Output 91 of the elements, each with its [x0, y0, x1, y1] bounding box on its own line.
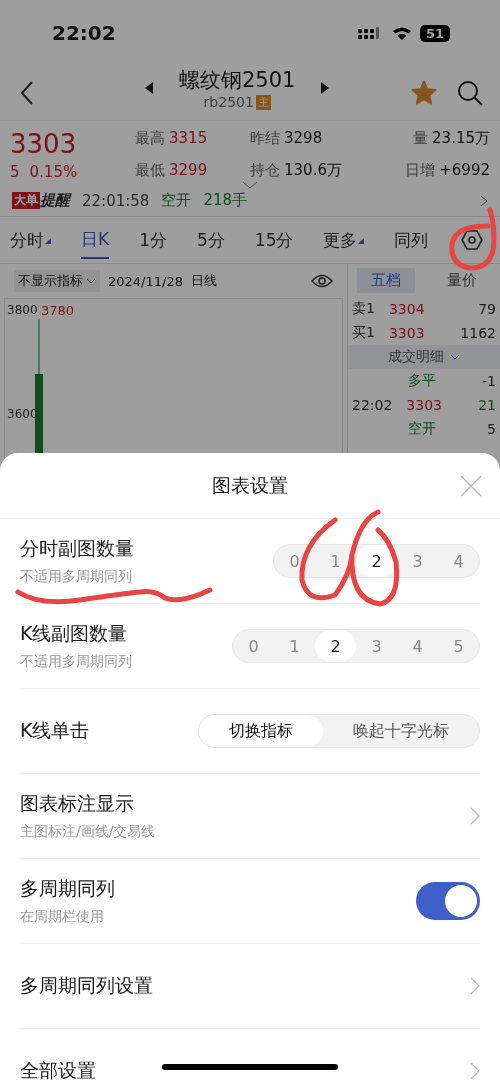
segment-option[interactable]: 3 — [397, 545, 438, 577]
trade-type: 多平 — [408, 372, 436, 390]
expand-caret-icon[interactable] — [242, 181, 258, 189]
alert-time: 22:01:58 — [82, 191, 150, 210]
stat-label: 最高 — [135, 129, 165, 149]
instrument-code: rb2501 — [203, 94, 254, 110]
high-price-label: 3780 — [41, 303, 75, 318]
dropdown-triangle-icon[interactable] — [45, 237, 51, 244]
segment-option[interactable]: 3 — [356, 630, 397, 662]
chart-period: 日线 — [190, 272, 217, 290]
trade-volume: 21 — [478, 397, 496, 413]
setting-label: 多周期同列 — [20, 876, 115, 901]
stat-value: 23.15万 — [432, 129, 490, 149]
book-volume: 1162 — [460, 325, 496, 341]
period-tab[interactable]: 15分 — [254, 222, 294, 258]
search-icon[interactable] — [456, 79, 484, 107]
stat-label: 量 — [413, 129, 429, 149]
trade-volume: -1 — [482, 373, 496, 389]
percent-change: 0.15% — [29, 163, 78, 181]
trade-type: 空开 — [408, 420, 436, 438]
stat-value: +6992 — [439, 161, 490, 181]
alert-action: 空开 — [161, 191, 192, 210]
book-price: 3304 — [388, 301, 425, 317]
book-tab[interactable]: 五档 — [357, 268, 415, 293]
period-tab[interactable]: 同列 — [394, 222, 429, 258]
back-icon[interactable] — [20, 80, 34, 106]
book-level: 卖1 — [352, 300, 375, 318]
period-tab[interactable]: 更多 — [323, 222, 365, 258]
circle-scribble — [449, 207, 497, 271]
segment-option[interactable]: 1 — [274, 630, 315, 662]
setting-hint: 不适用多周期同列 — [20, 653, 132, 671]
caret-icon[interactable] — [86, 278, 96, 284]
period-tab[interactable]: 1分 — [139, 222, 167, 258]
segment-option[interactable]: 1 — [315, 545, 356, 577]
sheet-title: 图表设置 — [212, 472, 288, 498]
stat-label: 最低 — [135, 161, 165, 181]
segment-option[interactable]: 唤起十字光标 — [323, 715, 479, 747]
stat-value: 3315 — [169, 129, 208, 149]
setting-label: K线单击 — [20, 718, 90, 743]
eye-icon[interactable] — [311, 274, 333, 288]
period-tab[interactable]: 日K — [81, 221, 110, 259]
main-contract-tag: 主 — [255, 94, 271, 110]
setting-label: 分时副图数量 — [20, 536, 134, 561]
trade-volume: 5 — [487, 421, 496, 437]
star-icon[interactable] — [410, 79, 438, 107]
chart-date: 2024/11/28 — [108, 273, 183, 289]
stat-value: 3298 — [284, 129, 323, 149]
book-price: 3303 — [388, 325, 425, 341]
dropdown-triangle-icon[interactable] — [358, 237, 365, 244]
last-price: 3303 — [10, 129, 78, 159]
segment-option[interactable]: 0 — [274, 545, 315, 577]
segment-option[interactable]: 切换指标 — [199, 715, 323, 747]
segment-option[interactable]: 4 — [397, 630, 438, 662]
setting-hint: 在周期栏使用 — [20, 908, 105, 926]
alert-volume: 218手 — [203, 191, 247, 210]
next-arrow-icon[interactable] — [321, 82, 330, 94]
status-time: 22:02 — [52, 21, 116, 45]
instrument-title: 螺纹钢2501 — [179, 67, 296, 94]
period-tab[interactable]: 5分 — [197, 222, 225, 258]
trade-price: 3303 — [406, 397, 442, 413]
segment-option[interactable]: 0 — [233, 630, 274, 662]
price-change: 5 — [10, 163, 20, 181]
setting-label: 图表标注显示 — [20, 791, 135, 816]
setting-label: K线副图数量 — [20, 621, 129, 646]
segment-option[interactable]: 5 — [438, 630, 479, 662]
setting-label: 多周期同列设置 — [20, 973, 153, 998]
axis-label: 3800 — [7, 303, 38, 317]
stat-value: 130.6万 — [284, 161, 342, 181]
caret-icon[interactable] — [450, 354, 460, 360]
toggle-switch[interactable] — [416, 882, 480, 920]
trade-time: 22:02 — [352, 397, 393, 413]
big-order-tag: 大单 — [12, 192, 40, 209]
segment-option[interactable]: 2 — [315, 630, 356, 662]
stat-value: 3299 — [169, 161, 208, 181]
period-tab[interactable]: 分时 — [10, 222, 51, 258]
book-tab[interactable]: 量价 — [433, 268, 491, 293]
stat-label: 日增 — [405, 161, 436, 181]
chevron-right-icon[interactable] — [480, 194, 488, 207]
setting-hint: 不适用多周期同列 — [20, 568, 133, 586]
previous-arrow-icon[interactable] — [145, 82, 153, 94]
book-volume: 79 — [478, 301, 496, 317]
indicator-dropdown[interactable]: 不显示指标 — [14, 270, 100, 292]
alert-label: 提醒 — [40, 191, 70, 210]
book-level: 买1 — [352, 324, 375, 342]
setting-hint: 主图标注/画线/交易线 — [20, 823, 156, 841]
setting-label: 全部设置 — [20, 1058, 96, 1082]
stat-label: 持仓 — [250, 161, 280, 181]
stat-label: 昨结 — [250, 129, 280, 149]
battery-icon: 51 — [419, 24, 450, 42]
segment-option[interactable]: 4 — [438, 545, 479, 577]
wifi-icon — [391, 26, 412, 40]
